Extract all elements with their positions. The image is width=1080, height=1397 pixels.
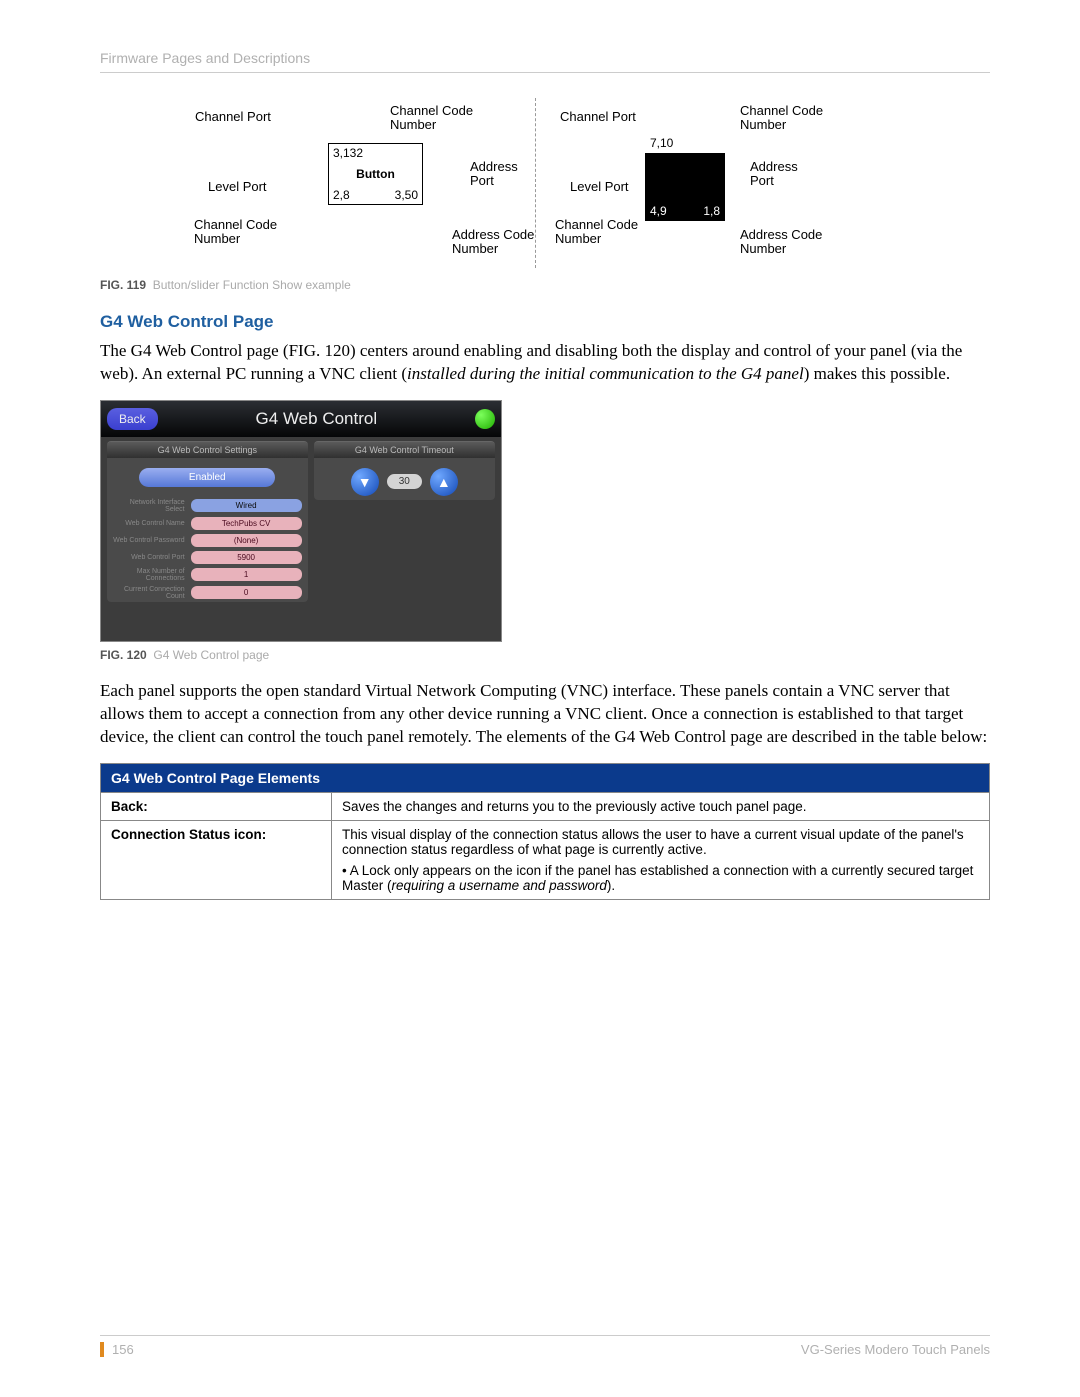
ui-title: G4 Web Control xyxy=(256,409,378,429)
ui-setting-row: Web Control Name TechPubs CV xyxy=(107,515,308,532)
ui-setting-label: Current Connection Count xyxy=(113,586,185,600)
label-address-code-left: Address CodeNumber xyxy=(452,228,534,257)
ui-pane-settings: G4 Web Control Settings Enabled Network … xyxy=(107,441,308,602)
fig-120-text: G4 Web Control page xyxy=(153,648,269,662)
para1-italic: installed during the initial communicati… xyxy=(407,364,804,383)
ui-pane-timeout-header: G4 Web Control Timeout xyxy=(314,442,495,458)
label-level-port-right: Level Port xyxy=(570,180,629,194)
fig-120-caption: FIG. 120 G4 Web Control page xyxy=(100,648,990,662)
label-level-port-left: Level Port xyxy=(208,180,267,194)
ui-setting-row: Web Control Port 5900 xyxy=(107,549,308,566)
table-row0-desc: Saves the changes and returns you to the… xyxy=(332,792,990,820)
table-row1-desc-main: This visual display of the connection st… xyxy=(342,827,964,857)
ui-setting-row: Max Number of Connections 1 xyxy=(107,566,308,584)
ui-pane-timeout: G4 Web Control Timeout ▼ 30 ▲ xyxy=(314,441,495,500)
button-box-title: Button xyxy=(329,167,422,181)
table-row1-label: Connection Status icon: xyxy=(101,820,332,899)
label-channel-code-top-left: Channel CodeNumber xyxy=(390,104,473,133)
button-slider-diagram: Channel Port Channel CodeNumber Level Po… xyxy=(100,98,990,268)
label-channel-code-top-right: Channel CodeNumber xyxy=(740,104,823,133)
button-box-br: 3,50 xyxy=(395,188,418,202)
para-vnc-desc: Each panel supports the open standard Vi… xyxy=(100,680,990,749)
ui-enabled-button[interactable]: Enabled xyxy=(139,468,275,487)
section-title-g4-web-control: G4 Web Control Page xyxy=(100,312,990,332)
button-box-bl: 2,8 xyxy=(333,188,350,202)
ui-setting-label: Max Number of Connections xyxy=(113,568,185,582)
ui-setting-label: Web Control Port xyxy=(113,554,185,561)
para1-post: ) makes this possible. xyxy=(804,364,950,383)
label-channel-code-bottom-right: Channel CodeNumber xyxy=(555,218,638,247)
diagram-divider xyxy=(535,98,536,268)
page-footer: 156 VG-Series Modero Touch Panels xyxy=(100,1335,990,1357)
slider-box-title: Slider xyxy=(685,167,718,181)
fig-119-text: Button/slider Function Show example xyxy=(153,278,351,292)
ui-setting-value[interactable]: 1 xyxy=(191,568,302,581)
slider-box-tl: 7,10 xyxy=(650,136,673,150)
page-number: 156 xyxy=(100,1342,134,1357)
ui-timeout-value: 30 xyxy=(387,474,422,489)
ui-setting-row: Network Interface Select Wired xyxy=(107,497,308,515)
label-channel-code-bottom-left: Channel CodeNumber xyxy=(194,218,277,247)
label-address-code-right: Address CodeNumber xyxy=(740,228,822,257)
ui-setting-value[interactable]: (None) xyxy=(191,534,302,547)
g4-elements-table: G4 Web Control Page Elements Back: Saves… xyxy=(100,763,990,900)
slider-box: 7,10 Slider 4,9 1,8 xyxy=(645,153,725,221)
fig-119-num: FIG. 119 xyxy=(100,278,146,292)
ui-timeout-up-button[interactable]: ▲ xyxy=(430,468,458,496)
button-box: 3,132 Button 2,8 3,50 xyxy=(328,143,423,205)
label-channel-port-left: Channel Port xyxy=(195,110,271,124)
para-g4-intro: The G4 Web Control page (FIG. 120) cente… xyxy=(100,340,990,386)
table-row: Back: Saves the changes and returns you … xyxy=(101,792,990,820)
ui-pane-settings-header: G4 Web Control Settings xyxy=(107,442,308,458)
fig-120-num: FIG. 120 xyxy=(100,648,147,662)
doc-title: VG-Series Modero Touch Panels xyxy=(801,1342,990,1357)
table-header: G4 Web Control Page Elements xyxy=(101,763,990,792)
ui-setting-label: Web Control Name xyxy=(113,520,185,527)
table-row1-desc: This visual display of the connection st… xyxy=(332,820,990,899)
table-row1-bullet-post: ). xyxy=(607,878,615,893)
table-row0-label: Back: xyxy=(101,792,332,820)
connection-status-icon xyxy=(475,409,495,429)
section-header: Firmware Pages and Descriptions xyxy=(100,50,990,73)
label-address-port-left: AddressPort xyxy=(470,160,518,189)
table-row: Connection Status icon: This visual disp… xyxy=(101,820,990,899)
slider-box-br: 1,8 xyxy=(703,204,720,218)
ui-titlebar: Back G4 Web Control xyxy=(101,401,501,437)
ui-setting-value[interactable]: 0 xyxy=(191,586,302,599)
ui-setting-value[interactable]: 5900 xyxy=(191,551,302,564)
ui-setting-value[interactable]: Wired xyxy=(191,499,302,512)
label-channel-port-right: Channel Port xyxy=(560,110,636,124)
ui-setting-row: Current Connection Count 0 xyxy=(107,584,308,602)
g4-web-control-screenshot: Back G4 Web Control G4 Web Control Setti… xyxy=(100,400,502,642)
ui-back-button[interactable]: Back xyxy=(107,408,158,430)
button-box-tl: 3,132 xyxy=(333,146,363,160)
table-row1-bullet-italic: requiring a username and password xyxy=(392,878,607,893)
ui-setting-label: Web Control Password xyxy=(113,537,185,544)
slider-box-bl: 4,9 xyxy=(650,204,667,218)
ui-setting-value[interactable]: TechPubs CV xyxy=(191,517,302,530)
fig-119-caption: FIG. 119 Button/slider Function Show exa… xyxy=(100,278,990,292)
ui-setting-row: Web Control Password (None) xyxy=(107,532,308,549)
label-address-port-right: AddressPort xyxy=(750,160,798,189)
ui-setting-label: Network Interface Select xyxy=(113,499,185,513)
ui-timeout-down-button[interactable]: ▼ xyxy=(351,468,379,496)
